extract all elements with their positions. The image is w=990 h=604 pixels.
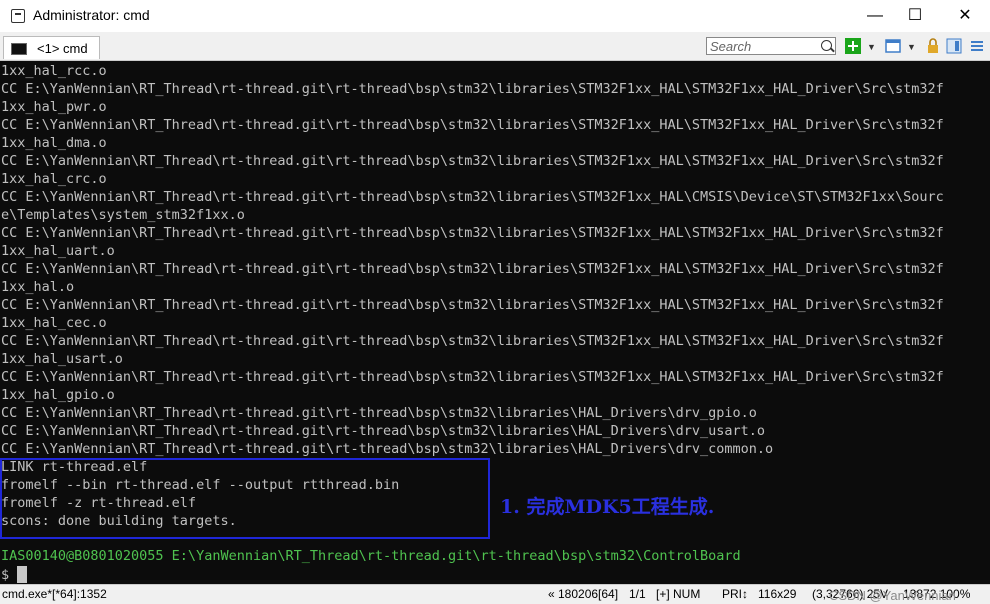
console-line: 1xx_hal_usart.o (1, 351, 123, 367)
menu-icon[interactable] (969, 38, 985, 54)
layout-icon[interactable] (885, 38, 901, 54)
window-title: Administrator: cmd (33, 7, 150, 23)
lock-icon[interactable] (925, 38, 941, 54)
tab-cmd[interactable]: <1> cmd (3, 36, 100, 59)
console-line: 1xx_hal_cec.o (1, 315, 107, 331)
status-process: cmd.exe*[*64]:1352 (2, 587, 107, 601)
console-line: CC E:\YanWennian\RT_Thread\rt-thread.git… (1, 423, 766, 439)
status-page: 1/1 (629, 587, 646, 601)
console-line: CC E:\YanWennian\RT_Thread\rt-thread.git… (1, 225, 944, 241)
console-line: CC E:\YanWennian\RT_Thread\rt-thread.git… (1, 405, 757, 421)
console-line: 1xx_hal_crc.o (1, 171, 107, 187)
console-line: CC E:\YanWennian\RT_Thread\rt-thread.git… (1, 369, 944, 385)
input-prompt: $ (1, 567, 10, 583)
console-line: 1xx_hal_dma.o (1, 135, 107, 151)
console-line: 1xx_hal_uart.o (1, 243, 115, 259)
console-line: CC E:\YanWennian\RT_Thread\rt-thread.git… (1, 297, 944, 313)
annotation-text: 1. 完成MDK5工程生成. (500, 496, 715, 518)
search-icon[interactable] (821, 40, 832, 51)
console-line: CC E:\YanWennian\RT_Thread\rt-thread.git… (1, 261, 944, 277)
new-console-icon[interactable] (845, 38, 861, 54)
layout-dropdown-icon[interactable]: ▼ (907, 42, 916, 52)
close-button[interactable]: ✕ (942, 0, 988, 32)
console-line: CC E:\YanWennian\RT_Thread\rt-thread.git… (1, 153, 944, 169)
console-output[interactable]: scons: done building targets. fromelf -z … (0, 61, 990, 584)
maximize-button[interactable]: ☐ (892, 0, 938, 32)
console-icon (11, 43, 27, 55)
console-line: 1xx_hal.o (1, 279, 75, 295)
console-line: CC E:\YanWennian\RT_Thread\rt-thread.git… (1, 81, 944, 97)
console-line: CC E:\YanWennian\RT_Thread\rt-thread.git… (1, 441, 774, 457)
console-line: e\Templates\system_stm32f1xx.o (1, 207, 245, 223)
toolbar: <1> cmd (0, 32, 990, 61)
status-bar: cmd.exe*[*64]:1352 « 180206[64] 1/1 [+] … (0, 584, 990, 604)
prompt-path: IAS00140@B0801020055 E:\YanWennian\RT_Th… (1, 548, 741, 564)
console-line: CC E:\YanWennian\RT_Thread\rt-thread.git… (1, 117, 944, 133)
panel-icon[interactable] (946, 38, 962, 54)
highlight-box (0, 458, 490, 539)
console-line: 1xx_hal_rcc.o (1, 63, 107, 79)
search-input[interactable]: Search (706, 37, 836, 55)
console-line: CC E:\YanWennian\RT_Thread\rt-thread.git… (1, 333, 944, 349)
title-bar: Administrator: cmd — ☐ ✕ (0, 0, 990, 32)
text-cursor (17, 566, 27, 583)
status-ins: [+] NUM (656, 587, 701, 601)
new-console-dropdown-icon[interactable]: ▼ (867, 42, 876, 52)
console-line: 1xx_hal_pwr.o (1, 99, 107, 115)
watermark: CSDN @YanWennian (829, 588, 956, 603)
search-placeholder: Search (710, 39, 752, 54)
tab-label: <1> cmd (37, 41, 88, 56)
console-line: 1xx_hal_gpio.o (1, 387, 115, 403)
cmd-app-icon (11, 9, 25, 23)
console-line: CC E:\YanWennian\RT_Thread\rt-thread.git… (1, 189, 944, 205)
status-size: 116x29 (758, 587, 797, 601)
status-priority: PRI↕ (722, 587, 749, 601)
status-position: « 180206[64] (548, 587, 619, 601)
